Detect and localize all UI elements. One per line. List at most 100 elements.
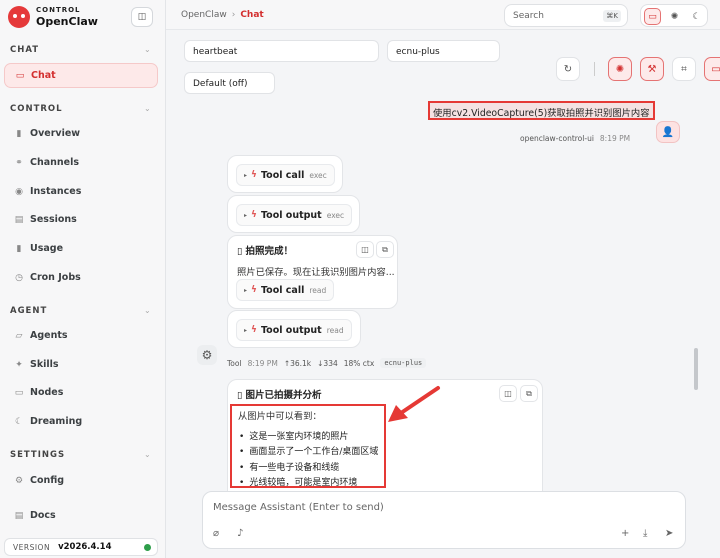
message-composer[interactable]: Message Assistant (Enter to send) ⌀ ♪ + … (202, 491, 686, 549)
assistant-message-card: ▯ 拍照完成！ ◫ ⧉ 照片已保存。现在让我识别图片内容... ▸ ϟ Tool c… (227, 235, 398, 309)
sidebar-view-icon[interactable]: ◫ (356, 241, 374, 258)
attach-icon[interactable]: ⌀ (213, 528, 219, 539)
section-settings[interactable]: SETTINGS (10, 450, 65, 460)
brand[interactable]: CONTROL OpenClaw (8, 6, 98, 28)
expand-caret-icon: ▸ (244, 211, 248, 219)
collapse-sidebar-button[interactable]: ◫ (131, 7, 153, 27)
refresh-button[interactable]: ↻ (556, 57, 580, 81)
sidebar-item-agents[interactable]: ▱ Agents (4, 323, 158, 348)
sidebar-item-overview[interactable]: ▮ Overview (4, 121, 158, 146)
refresh-icon: ↻ (563, 63, 573, 75)
topbar: OpenClaw › Chat Search ⌘K ▭ ✺ ☾ (166, 0, 720, 30)
sidebar-item-label: Instances (30, 186, 82, 197)
breadcrumb-separator-icon: › (231, 10, 236, 20)
broadcast-icon: ◉ (15, 186, 23, 197)
list-item: 有一些电子设备和线缆 (239, 460, 339, 473)
sidebar-item-sessions[interactable]: ▤ Sessions (4, 207, 158, 232)
sidebar-item-instances[interactable]: ◉ Instances (4, 179, 158, 204)
breadcrumb-root[interactable]: OpenClaw (181, 10, 227, 20)
chevron-down-icon[interactable]: ⌄ (144, 450, 151, 459)
sidebar-item-nodes[interactable]: ▭ Nodes (4, 380, 158, 405)
session-select[interactable]: heartbeat (184, 40, 379, 62)
tool-label: Tool call (260, 284, 305, 296)
meta-time: 8:19 PM (247, 358, 278, 368)
monitor-icon[interactable]: ▭ (644, 8, 661, 25)
message-meta: Tool 8:19 PM ↑36.1k ↓334 18% ctx ecnu-pl… (227, 358, 432, 368)
search-input[interactable]: Search ⌘K (504, 4, 628, 27)
version-number: v2026.4.14 (58, 542, 112, 552)
tool-call-exec[interactable]: ▸ ϟ Tool call exec (236, 164, 335, 186)
theme-switcher: ▭ ✺ ☾ (640, 4, 708, 27)
section-chat[interactable]: CHAT (10, 45, 39, 55)
sidebar-view-icon[interactable]: ◫ (499, 385, 517, 402)
thinking-select[interactable]: Default (off) (184, 72, 275, 94)
bolt-icon: ϟ (251, 285, 257, 295)
gear-icon: ⚙ (14, 475, 24, 486)
list-item: 这是一张室内环境的照片 (239, 429, 348, 442)
copy-icon[interactable]: ⧉ (520, 385, 538, 402)
sidebar-item-config[interactable]: ⚙ Config (4, 468, 158, 493)
sidebar-item-label: Skills (30, 359, 59, 370)
more-button[interactable]: ▭ (704, 57, 720, 81)
chevron-down-icon[interactable]: ⌄ (144, 45, 151, 54)
message-title: ▯ 图片已拍摄并分析 (237, 390, 322, 401)
brain-button[interactable]: ✺ (608, 57, 632, 81)
sidebar-item-dreaming[interactable]: ☾ Dreaming (4, 409, 158, 434)
message-input[interactable]: Message Assistant (Enter to send) (213, 502, 384, 513)
brand-subtitle: CONTROL (36, 6, 81, 14)
sidebar-item-label: Docs (30, 510, 56, 521)
tool-output-card: ▸ ϟ Tool output read (227, 310, 361, 348)
focus-icon: ⌗ (681, 63, 687, 75)
sun-icon[interactable]: ✺ (666, 8, 683, 25)
model-select[interactable]: ecnu-plus (387, 40, 500, 62)
chevron-down-icon[interactable]: ⌄ (144, 104, 151, 113)
tool-output-read[interactable]: ▸ ϟ Tool output read (236, 319, 352, 341)
tool-avatar-gear-icon: ⚙ (197, 345, 217, 365)
sidebar-item-cron-jobs[interactable]: ◷ Cron Jobs (4, 265, 158, 290)
sidebar-item-docs[interactable]: ▤ Docs (4, 503, 158, 528)
tool-output-exec[interactable]: ▸ ϟ Tool output exec (236, 204, 353, 226)
section-agent[interactable]: AGENT (10, 306, 47, 316)
focus-button[interactable]: ⌗ (672, 57, 696, 81)
sidebar-item-label: Sessions (30, 214, 77, 225)
add-icon[interactable]: + (621, 528, 629, 539)
sidebar-item-channels[interactable]: ⚭ Channels (4, 150, 158, 175)
breadcrumb-current: Chat (240, 10, 264, 20)
sidebar-item-label: Chat (31, 70, 56, 81)
sidebar-item-label: Config (30, 475, 65, 486)
sidebar-item-label: Channels (30, 157, 80, 168)
tools-button[interactable]: ⚒ (640, 57, 664, 81)
tool-label: Tool output (260, 324, 322, 336)
send-icon[interactable]: ➤ (665, 528, 673, 539)
sidebar-item-label: Dreaming (30, 416, 83, 427)
sidebar-toggle-icon: ◫ (137, 12, 147, 22)
copy-icon[interactable]: ⧉ (376, 241, 394, 258)
main-area: OpenClaw › Chat Search ⌘K ▭ ✺ ☾ heartbeat … (166, 0, 720, 558)
folder-icon: ▱ (15, 330, 23, 341)
moon-icon[interactable]: ☾ (688, 8, 705, 25)
download-icon[interactable]: ⤓ (643, 528, 647, 539)
tool-call-read[interactable]: ▸ ϟ Tool call read (236, 279, 335, 301)
meta-tokens-up: ↑36.1k (283, 358, 312, 368)
expand-caret-icon: ▸ (244, 286, 248, 294)
chat-scrollbar[interactable] (694, 348, 698, 390)
meta-context: 18% ctx (343, 358, 375, 368)
section-control[interactable]: CONTROL (10, 104, 63, 114)
more-icon: ▭ (711, 63, 720, 75)
chevron-down-icon[interactable]: ⌄ (144, 306, 151, 315)
sidebar-item-chat[interactable]: ▭ Chat (4, 63, 158, 88)
monitor-icon: ▭ (14, 387, 24, 398)
tool-output-card: ▸ ϟ Tool output exec (227, 195, 360, 233)
meta-model: ecnu-plus (380, 358, 427, 368)
openclaw-logo-icon (8, 6, 30, 28)
sidebar-item-usage[interactable]: ▮ Usage (4, 236, 158, 261)
sidebar-item-skills[interactable]: ✦ Skills (4, 352, 158, 377)
microphone-icon[interactable]: ♪ (237, 528, 243, 539)
wrench-icon: ⚒ (647, 63, 657, 75)
clock-icon: ◷ (15, 272, 23, 283)
version-badge: VERSION v2026.4.14 (4, 538, 158, 556)
tool-name: read (309, 285, 327, 295)
sidebar: CONTROL OpenClaw ◫ CHAT ⌄ ▭ Chat CONTROL … (0, 0, 166, 558)
annotation-arrow-icon (388, 386, 440, 422)
breadcrumb: OpenClaw › Chat (181, 10, 264, 20)
